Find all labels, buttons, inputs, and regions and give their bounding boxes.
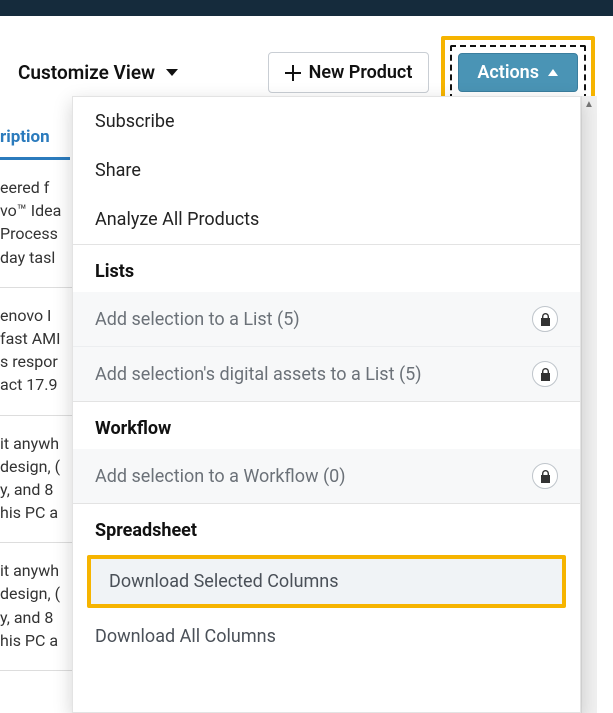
cell-text: enovo I fast AMI s respor act 17.9 (0, 306, 60, 395)
new-product-label: New Product (309, 62, 413, 83)
actions-label: Actions (477, 62, 539, 83)
menu-item-label: Share (95, 160, 141, 181)
menu-item-label: Add selection to a Workflow (0) (95, 466, 346, 487)
lock-icon (532, 306, 558, 332)
menu-item-subscribe[interactable]: Subscribe (73, 97, 580, 146)
menu-item-add-to-workflow[interactable]: Add selection to a Workflow (0) (73, 449, 580, 503)
menu-item-add-to-list[interactable]: Add selection to a List (5) (73, 292, 580, 346)
table-row: enovo I fast AMI s respor act 17.9 (0, 288, 72, 416)
caret-down-icon (165, 68, 179, 78)
menu-item-share[interactable]: Share (73, 146, 580, 195)
cell-text: it anywh design, ( y, and 8 his PC a (0, 434, 60, 523)
menu-item-analyze-all[interactable]: Analyze All Products (73, 195, 580, 244)
caret-up-icon (547, 68, 559, 77)
table-row: it anywh design, ( y, and 8 his PC a (0, 416, 72, 544)
actions-menu: Subscribe Share Analyze All Products Lis… (72, 96, 581, 713)
menu-item-label: Download Selected Columns (109, 571, 339, 592)
column-header-description[interactable]: ription (0, 127, 70, 160)
cell-text: it anywh design, ( y, and 8 his PC a (0, 561, 60, 650)
menu-item-download-selected-columns[interactable]: Download Selected Columns (87, 555, 566, 608)
menu-section-spreadsheet: Spreadsheet (73, 503, 580, 551)
lock-icon (532, 361, 558, 387)
actions-button[interactable]: Actions (458, 53, 578, 92)
actions-menu-wrap: ▲ Subscribe Share Analyze All Products L… (72, 96, 597, 713)
table-row: it anywh design, ( y, and 8 his PC a (0, 543, 72, 671)
menu-section-workflow: Workflow (73, 401, 580, 449)
table-row: eered f vo™ Idea Process day tasl (0, 160, 72, 288)
menu-item-add-assets-to-list[interactable]: Add selection's digital assets to a List… (73, 346, 580, 401)
actions-focus-ring: Actions (450, 45, 586, 100)
menu-item-label: Analyze All Products (95, 209, 259, 230)
scrollbar[interactable]: ▲ (581, 96, 597, 713)
menu-item-label: Add selection to a List (5) (95, 309, 300, 330)
new-product-button[interactable]: New Product (268, 52, 430, 93)
scroll-up-icon[interactable]: ▲ (581, 96, 597, 112)
menu-item-label: Add selection's digital assets to a List… (95, 364, 422, 385)
menu-item-label: Download All Columns (95, 626, 276, 647)
customize-view-label: Customize View (18, 61, 155, 84)
app-topbar (0, 0, 613, 16)
plus-icon (285, 65, 301, 81)
menu-item-label: Subscribe (95, 111, 175, 132)
cell-text: eered f vo™ Idea Process day tasl (0, 178, 61, 267)
menu-section-lists: Lists (73, 244, 580, 292)
menu-item-download-all-columns[interactable]: Download All Columns (73, 612, 580, 661)
customize-view-button[interactable]: Customize View (18, 61, 179, 84)
lock-icon (532, 463, 558, 489)
table-rows-partial: eered f vo™ Idea Process day tasl enovo … (0, 160, 72, 671)
